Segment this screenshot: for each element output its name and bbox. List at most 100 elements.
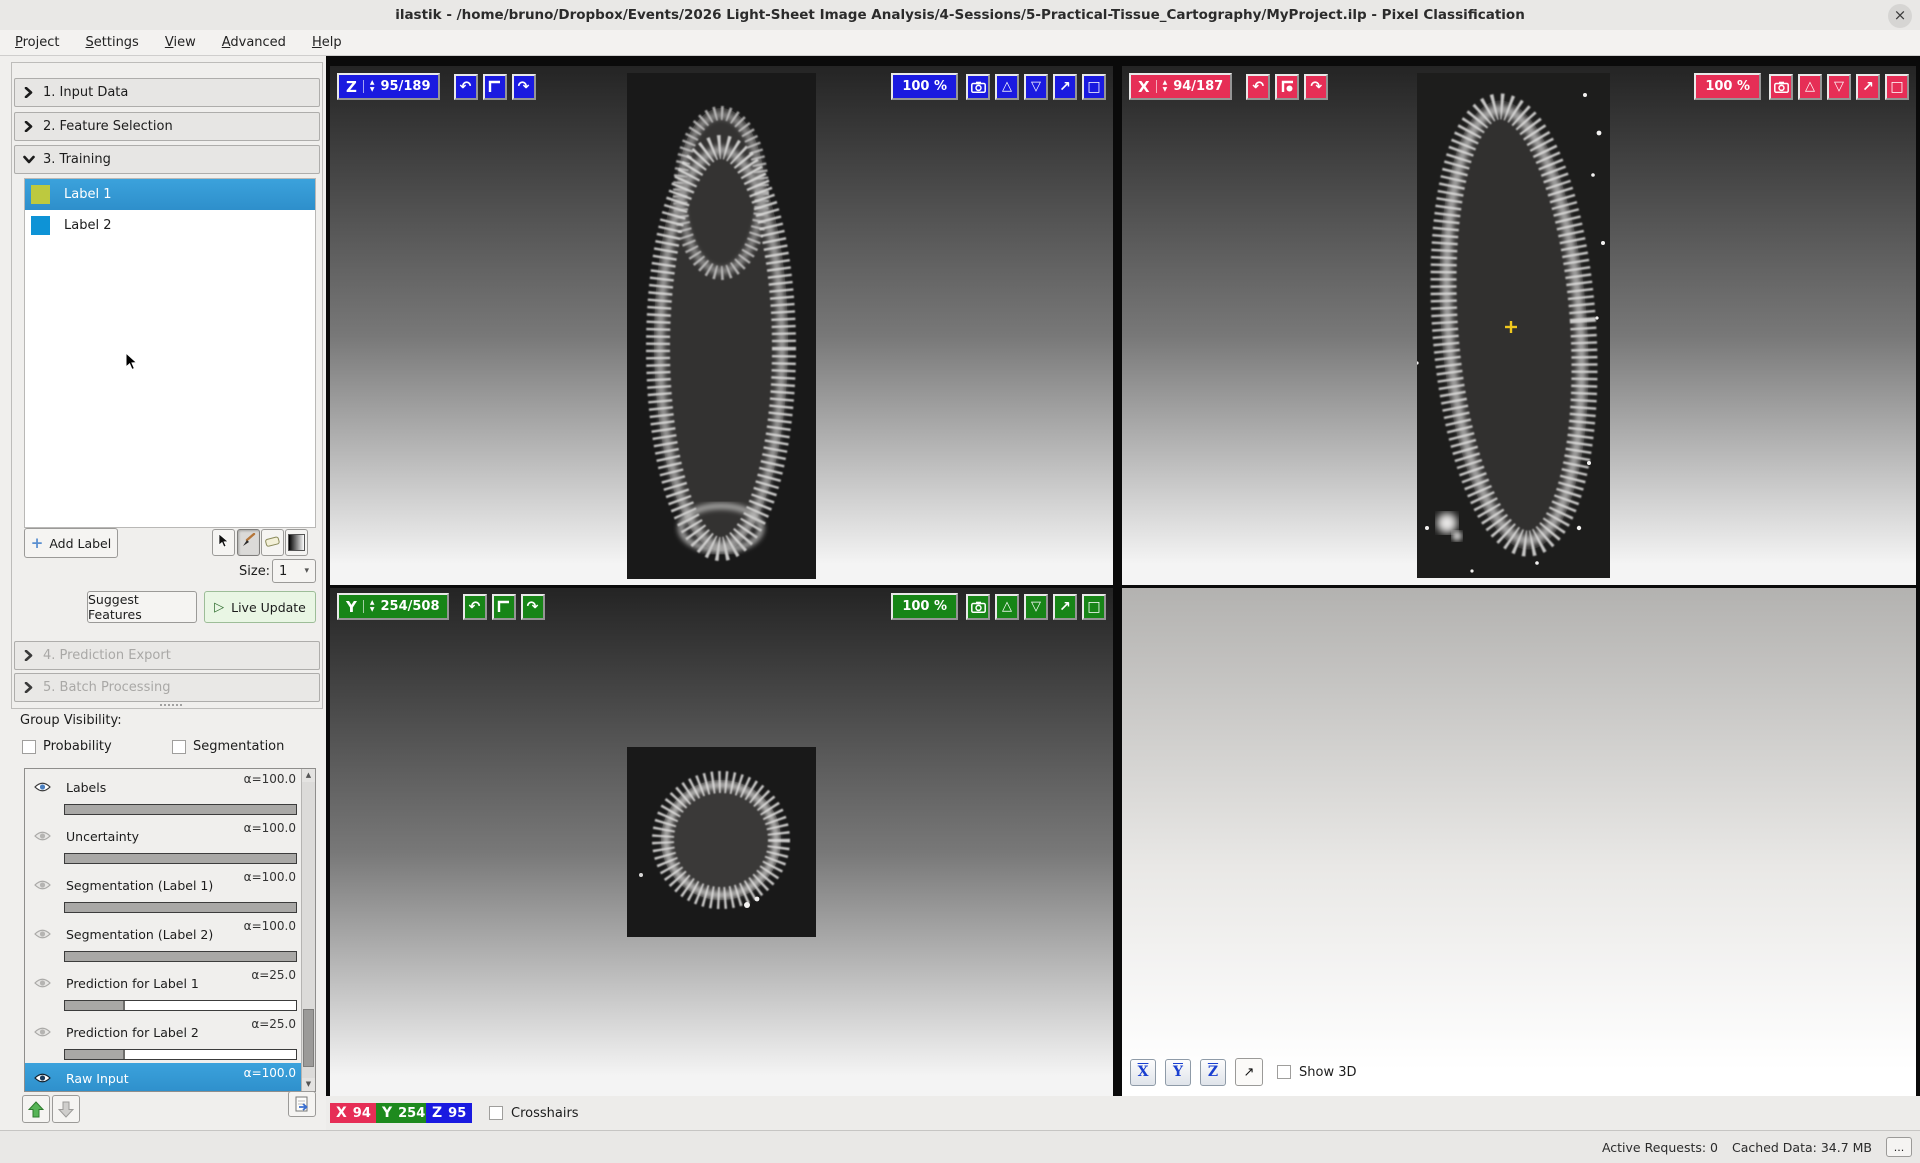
- crosshairs-checkbox[interactable]: [489, 1106, 503, 1120]
- zoom-level-x[interactable]: 100 %: [1694, 73, 1761, 100]
- scroll-down-icon[interactable]: ▼: [302, 1078, 315, 1091]
- axis-x-button[interactable]: X: [1130, 1059, 1156, 1086]
- export-layer-button[interactable]: [288, 1091, 316, 1117]
- zoom-level-y[interactable]: 100 %: [891, 593, 958, 620]
- slice-up-button[interactable]: △: [995, 74, 1019, 100]
- more-button[interactable]: ...: [1886, 1137, 1912, 1157]
- slice-up-button[interactable]: △: [1798, 74, 1822, 100]
- maximize-button[interactable]: ↗: [1053, 594, 1077, 620]
- menu-advanced[interactable]: Advanced: [222, 35, 286, 50]
- arrow-tool-button[interactable]: [212, 529, 235, 556]
- fit-view-button[interactable]: □: [1082, 74, 1106, 100]
- viewport-3d[interactable]: X Y Z ↗ Show 3D: [1122, 588, 1916, 1096]
- scrollbar-thumb[interactable]: [303, 1009, 314, 1067]
- label-row-1[interactable]: Label 1: [25, 179, 315, 210]
- menu-view[interactable]: View: [165, 35, 196, 50]
- slice-image-y[interactable]: [627, 747, 816, 937]
- layer-row-segmentation-2[interactable]: α=100.0 Segmentation (Label 2): [25, 916, 302, 965]
- applet-prediction-export[interactable]: 4. Prediction Export: [14, 641, 320, 670]
- layer-row-prediction-1[interactable]: α=25.0 Prediction for Label 1: [25, 965, 302, 1014]
- viewport-y[interactable]: Y ▲▼ 254/508 ↶ ↷ 100 % △ ▽ ↗ □: [330, 588, 1113, 1096]
- eye-icon[interactable]: [34, 977, 51, 989]
- opacity-slider[interactable]: [64, 804, 297, 815]
- eye-icon[interactable]: [34, 879, 51, 891]
- snapshot-button[interactable]: [1769, 74, 1793, 100]
- slice-image-x[interactable]: [1417, 73, 1610, 578]
- spinner-icon[interactable]: ▲▼: [363, 80, 375, 93]
- label-color-swatch[interactable]: [31, 185, 50, 204]
- viewport-x[interactable]: X ▲▼ 94/187 ↶ ↷ 100 % △ ▽ ↗ □: [1122, 66, 1916, 585]
- probability-checkbox[interactable]: [22, 740, 36, 754]
- close-icon[interactable]: ×: [1888, 4, 1912, 28]
- eraser-tool-button[interactable]: [261, 529, 284, 556]
- scroll-up-icon[interactable]: ▲: [302, 769, 315, 782]
- move-layer-up-button[interactable]: [22, 1095, 50, 1123]
- applet-training[interactable]: 3. Training: [14, 145, 320, 174]
- brush-size-select[interactable]: 1 ▾: [272, 559, 316, 583]
- eye-icon[interactable]: [34, 1026, 51, 1038]
- rotate-left-button[interactable]: ↶: [463, 594, 487, 620]
- menu-project[interactable]: Project: [15, 35, 60, 50]
- snapshot-button[interactable]: [966, 74, 990, 100]
- viewport-z[interactable]: Z ▲▼ 95/189 ↶ ↷ 100 % △ ▽ ↗ □: [330, 66, 1113, 585]
- layer-scrollbar[interactable]: ▲ ▼: [301, 769, 315, 1091]
- eye-icon[interactable]: [34, 830, 51, 842]
- add-label-button[interactable]: + Add Label: [24, 528, 118, 558]
- swap-axes-button[interactable]: [483, 74, 507, 100]
- layer-row-uncertainty[interactable]: α=100.0 Uncertainty: [25, 818, 302, 867]
- applet-feature-selection[interactable]: 2. Feature Selection: [14, 112, 320, 141]
- slice-image-z[interactable]: [627, 73, 816, 579]
- eye-icon[interactable]: [34, 781, 51, 793]
- opacity-slider[interactable]: [64, 951, 297, 962]
- label-row-2[interactable]: Label 2: [25, 210, 315, 241]
- eye-icon[interactable]: [34, 1072, 51, 1084]
- fit-view-button[interactable]: □: [1082, 594, 1106, 620]
- rotate-right-button[interactable]: ↷: [512, 74, 536, 100]
- maximize-button[interactable]: ↗: [1235, 1058, 1263, 1086]
- show-3d-checkbox[interactable]: [1277, 1065, 1291, 1079]
- swap-axes-button[interactable]: [492, 594, 516, 620]
- threshold-tool-button[interactable]: [285, 529, 308, 556]
- menu-help[interactable]: Help: [312, 35, 342, 50]
- rotate-right-button[interactable]: ↷: [1304, 74, 1328, 100]
- slice-down-button[interactable]: ▽: [1827, 74, 1851, 100]
- applet-input-data[interactable]: 1. Input Data: [14, 78, 320, 107]
- brush-tool-button[interactable]: [237, 529, 260, 556]
- rotate-right-button[interactable]: ↷: [521, 594, 545, 620]
- layer-row-prediction-2[interactable]: α=25.0 Prediction for Label 2: [25, 1014, 302, 1063]
- slice-down-button[interactable]: ▽: [1024, 74, 1048, 100]
- spinner-icon[interactable]: ▲▼: [363, 600, 375, 613]
- layer-row-labels[interactable]: α=100.0 Labels: [25, 769, 302, 818]
- menu-settings[interactable]: Settings: [86, 35, 139, 50]
- axis-z-button[interactable]: Z: [1200, 1059, 1226, 1086]
- fit-view-button[interactable]: □: [1885, 74, 1909, 100]
- x-slice-spinbox[interactable]: X ▲▼ 94/187: [1129, 73, 1232, 100]
- layer-row-raw-input[interactable]: α=100.0 Raw Input: [25, 1063, 302, 1092]
- move-layer-down-button[interactable]: [52, 1095, 80, 1123]
- y-slice-spinbox[interactable]: Y ▲▼ 254/508: [337, 593, 449, 620]
- maximize-button[interactable]: ↗: [1856, 74, 1880, 100]
- rotate-left-button[interactable]: ↶: [1246, 74, 1270, 100]
- rotate-left-button[interactable]: ↶: [454, 74, 478, 100]
- zoom-level-z[interactable]: 100 %: [891, 73, 958, 100]
- spinner-icon[interactable]: ▲▼: [1156, 80, 1168, 93]
- suggest-features-button[interactable]: Suggest Features: [87, 591, 197, 623]
- applet-batch-processing[interactable]: 5. Batch Processing: [14, 673, 320, 702]
- layer-row-segmentation-1[interactable]: α=100.0 Segmentation (Label 1): [25, 867, 302, 916]
- snapshot-button[interactable]: [966, 594, 990, 620]
- eye-icon[interactable]: [34, 928, 51, 940]
- axis-y-button[interactable]: Y: [1165, 1059, 1191, 1086]
- opacity-slider[interactable]: [64, 902, 297, 913]
- live-update-button[interactable]: ▷ Live Update: [204, 591, 316, 623]
- slice-up-button[interactable]: △: [995, 594, 1019, 620]
- label-color-swatch[interactable]: [31, 216, 50, 235]
- maximize-button[interactable]: ↗: [1053, 74, 1077, 100]
- slice-down-button[interactable]: ▽: [1024, 594, 1048, 620]
- splitter-handle[interactable]: [160, 704, 190, 708]
- opacity-slider[interactable]: [64, 1000, 297, 1011]
- z-slice-spinbox[interactable]: Z ▲▼ 95/189: [337, 73, 440, 100]
- opacity-slider[interactable]: [64, 853, 297, 864]
- swap-axes-button[interactable]: [1275, 74, 1299, 100]
- opacity-slider[interactable]: [64, 1049, 297, 1060]
- segmentation-checkbox[interactable]: [172, 740, 186, 754]
